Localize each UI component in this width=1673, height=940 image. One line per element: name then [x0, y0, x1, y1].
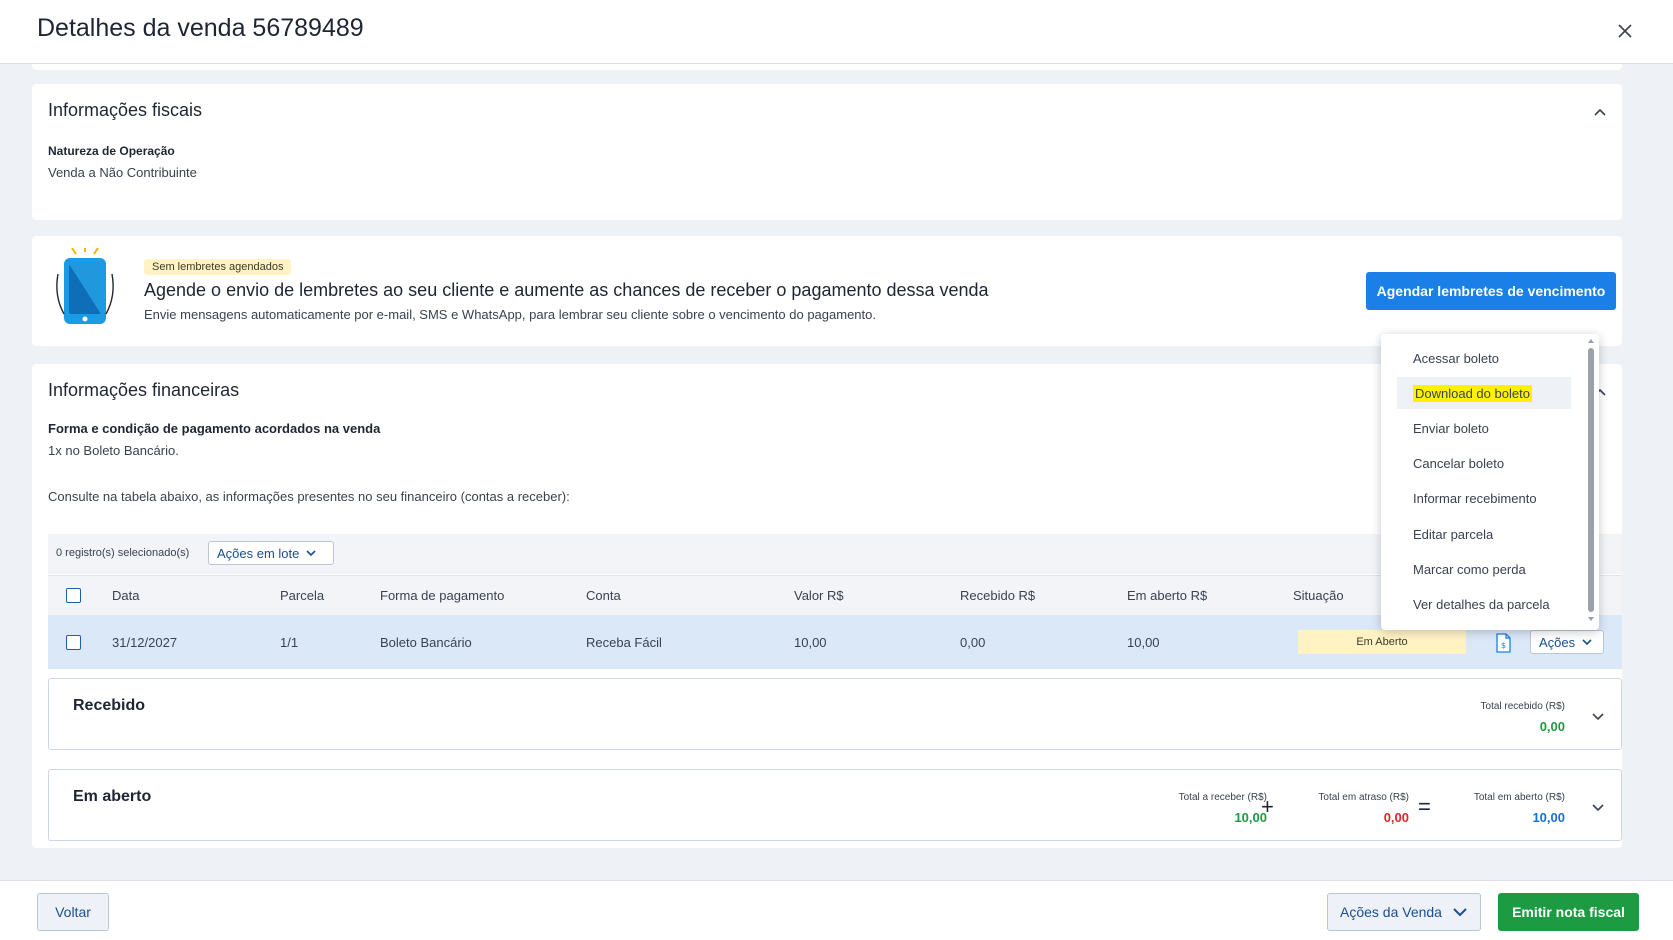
batch-actions-label: Ações em lote	[217, 545, 300, 561]
col-situacao: Situação	[1293, 588, 1344, 603]
sale-actions-label: Ações da Venda	[1340, 904, 1442, 920]
menu-item-cancelar-boleto[interactable]: Cancelar boleto	[1397, 447, 1571, 479]
col-em-aberto: Em aberto R$	[1127, 588, 1208, 603]
col-parcela: Parcela	[280, 588, 325, 603]
menu-scrollbar[interactable]	[1588, 338, 1594, 622]
reminder-description: Envie mensagens automaticamente por e-ma…	[144, 307, 876, 322]
close-icon	[1618, 24, 1632, 38]
reminder-card: Sem lembretes agendados Agende o envio d…	[32, 236, 1622, 346]
emit-invoice-button[interactable]: Emitir nota fiscal	[1498, 893, 1639, 931]
total-aberto-value: 10,00	[1532, 810, 1565, 825]
payment-condition-label: Forma e condição de pagamento acordados …	[48, 421, 381, 436]
row-actions-label: Ações	[1539, 634, 1576, 650]
cell-em-aberto: 10,00	[1127, 635, 1160, 650]
col-forma: Forma de pagamento	[380, 588, 505, 603]
cell-parcela: 1/1	[280, 635, 299, 650]
reminder-badge: Sem lembretes agendados	[144, 259, 292, 275]
menu-item-download-label: Download do boleto	[1413, 384, 1532, 402]
selected-count: 0 registro(s) selecionado(s)	[56, 547, 190, 559]
menu-item-download-boleto[interactable]: Download do boleto	[1397, 377, 1571, 409]
cell-recebido: 0,00	[960, 635, 986, 650]
recebido-title: Recebido	[73, 697, 146, 714]
row-checkbox[interactable]	[66, 635, 81, 650]
fiscal-title: Informações fiscais	[48, 100, 203, 120]
cell-valor: 10,00	[794, 635, 827, 650]
reminder-title: Agende o envio de lembretes ao seu clien…	[144, 280, 989, 300]
modal-body[interactable]: Informações fiscais Natureza de Operação…	[0, 64, 1673, 880]
natureza-value: Venda a Não Contribuinte	[48, 165, 197, 180]
financial-title: Informações financeiras	[48, 380, 240, 400]
total-recebido-label: Total recebido (R$)	[1480, 701, 1565, 712]
fiscal-card: Informações fiscais Natureza de Operação…	[32, 84, 1622, 220]
menu-item-editar-parcela[interactable]: Editar parcela	[1397, 518, 1571, 550]
row-actions-menu: Acessar boleto Download do boleto Enviar…	[1381, 334, 1599, 630]
modal-footer: Voltar Ações da Venda Emitir nota fiscal	[0, 880, 1673, 940]
scroll-up-arrow-icon[interactable]	[1588, 338, 1594, 344]
cell-data: 31/12/2027	[112, 635, 178, 650]
modal-title: Detalhes da venda 56789489	[37, 14, 364, 42]
cell-forma: Boleto Bancário	[380, 635, 472, 650]
equals-sign: =	[1418, 794, 1431, 819]
plus-sign: +	[1261, 794, 1274, 819]
col-recebido: Recebido R$	[960, 588, 1036, 603]
back-button[interactable]: Voltar	[37, 893, 109, 931]
row-actions-button[interactable]: Ações	[1530, 630, 1604, 654]
chevron-down-icon	[1582, 639, 1592, 646]
modal-header: Detalhes da venda 56789489	[0, 0, 1673, 64]
chevron-down-icon[interactable]	[1590, 709, 1606, 725]
schedule-reminders-button[interactable]: Agendar lembretes de vencimento	[1366, 272, 1616, 310]
total-atraso-label: Total em atraso (R$)	[1318, 792, 1409, 803]
total-aberto-label: Total em aberto (R$)	[1473, 792, 1565, 803]
phone-notification-icon	[56, 248, 114, 324]
sale-actions-button[interactable]: Ações da Venda	[1327, 893, 1481, 931]
menu-item-acessar-boleto[interactable]: Acessar boleto	[1397, 342, 1571, 374]
cell-conta: Receba Fácil	[586, 635, 662, 650]
chevron-down-icon	[306, 550, 316, 557]
menu-item-enviar-boleto[interactable]: Enviar boleto	[1397, 412, 1571, 444]
natureza-label: Natureza de Operação	[48, 144, 175, 158]
em-aberto-title: Em aberto	[73, 788, 152, 805]
close-button[interactable]	[1612, 18, 1638, 44]
col-valor: Valor R$	[794, 588, 844, 603]
menu-item-informar-recebimento[interactable]: Informar recebimento	[1397, 482, 1571, 514]
em-aberto-card[interactable]: Em aberto Total a receber (R$) 10,00 + T…	[48, 769, 1622, 841]
menu-item-marcar-perda[interactable]: Marcar como perda	[1397, 553, 1571, 585]
col-data: Data	[112, 588, 140, 603]
total-atraso-value: 0,00	[1383, 810, 1409, 825]
chevron-down-icon[interactable]	[1590, 800, 1606, 816]
col-conta: Conta	[586, 588, 621, 603]
select-all-checkbox[interactable]	[66, 588, 81, 603]
menu-scrollbar-thumb[interactable]	[1588, 348, 1594, 612]
batch-actions-button[interactable]: Ações em lote	[208, 541, 334, 565]
chevron-down-icon	[1453, 908, 1467, 917]
recebido-card[interactable]: Recebido Total recebido (R$) 0,00	[48, 678, 1622, 750]
status-badge: Em Aberto	[1298, 630, 1466, 654]
previous-card	[32, 64, 1622, 70]
payment-condition-value: 1x no Boleto Bancário.	[48, 443, 179, 458]
total-receber-label: Total a receber (R$)	[1178, 792, 1267, 803]
svg-text:$: $	[1501, 641, 1506, 650]
chevron-up-icon[interactable]	[1592, 104, 1608, 120]
scroll-down-arrow-icon[interactable]	[1588, 616, 1594, 622]
boleto-document-icon[interactable]: $	[1494, 633, 1512, 653]
menu-item-ver-detalhes[interactable]: Ver detalhes da parcela	[1397, 588, 1571, 620]
total-recebido-value: 0,00	[1539, 719, 1565, 734]
consult-text: Consulte na tabela abaixo, as informaçõe…	[48, 489, 570, 504]
